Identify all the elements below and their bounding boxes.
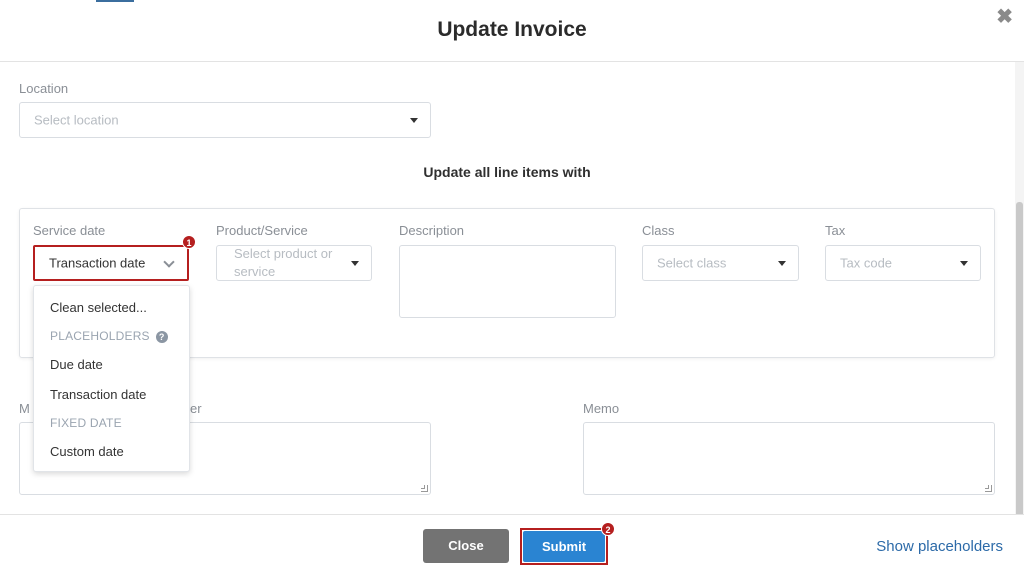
update-invoice-modal: Update Invoice ✖ Location Select locatio…	[0, 0, 1024, 574]
submit-button[interactable]: Submit	[523, 531, 605, 562]
class-select[interactable]: Select class	[642, 245, 799, 281]
close-icon[interactable]: ✖	[996, 7, 1013, 27]
dropdown-group-fixed-date: FIXED DATE	[50, 416, 122, 430]
chevron-down-icon	[163, 256, 175, 268]
modal-header: Update Invoice ✖	[0, 0, 1024, 62]
show-placeholders-link[interactable]: Show placeholders	[876, 538, 1003, 555]
class-placeholder: Select class	[657, 255, 727, 271]
dropdown-item-due-date[interactable]: Due date	[50, 357, 103, 372]
dropdown-group-placeholders: PLACEHOLDERS?	[50, 329, 168, 343]
location-label: Location	[19, 81, 69, 96]
caret-down-icon	[351, 261, 359, 266]
help-icon[interactable]: ?	[155, 331, 168, 343]
service-date-label: Service date	[33, 223, 106, 238]
resize-handle-icon[interactable]	[421, 485, 428, 492]
dropdown-item-clean-selected[interactable]: Clean selected...	[50, 300, 147, 315]
close-button[interactable]: Close	[423, 529, 509, 563]
description-label: Description	[399, 223, 465, 238]
location-placeholder: Select location	[34, 112, 119, 128]
message-label-tail: er	[190, 401, 202, 416]
class-label: Class	[642, 223, 675, 238]
service-date-select[interactable]: Transaction date	[33, 245, 189, 281]
caret-down-icon	[778, 261, 786, 266]
modal-footer	[0, 514, 1024, 574]
memo-textarea[interactable]	[583, 422, 995, 495]
scrollbar[interactable]	[1015, 62, 1024, 574]
modal-title: Update Invoice	[437, 18, 587, 41]
dropdown-group-placeholders-label: PLACEHOLDERS	[50, 329, 150, 343]
service-date-value: Transaction date	[49, 255, 146, 271]
product-service-placeholder: Select product or service	[234, 246, 333, 279]
caret-down-icon	[410, 118, 418, 123]
tax-select[interactable]: Tax code	[825, 245, 981, 281]
dropdown-item-transaction-date[interactable]: Transaction date	[50, 387, 146, 402]
step-badge-2: 2	[601, 522, 615, 536]
line-items-section-title: Update all line items with	[423, 164, 591, 180]
service-date-dropdown: Clean selected... PLACEHOLDERS? Due date…	[33, 285, 190, 472]
product-service-select[interactable]: Select product or service	[216, 245, 372, 281]
step-badge-1: 1	[182, 235, 196, 249]
location-select[interactable]: Select location	[19, 102, 431, 138]
description-textarea[interactable]	[399, 245, 616, 318]
message-label: M	[19, 401, 30, 416]
resize-handle-icon[interactable]	[985, 485, 992, 492]
tax-label: Tax	[825, 223, 846, 238]
submit-highlight: Submit	[520, 528, 608, 565]
dropdown-item-custom-date[interactable]: Custom date	[50, 444, 124, 459]
product-service-label: Product/Service	[216, 223, 308, 238]
tax-placeholder: Tax code	[840, 255, 893, 271]
caret-down-icon	[960, 261, 968, 266]
memo-label: Memo	[583, 401, 620, 416]
